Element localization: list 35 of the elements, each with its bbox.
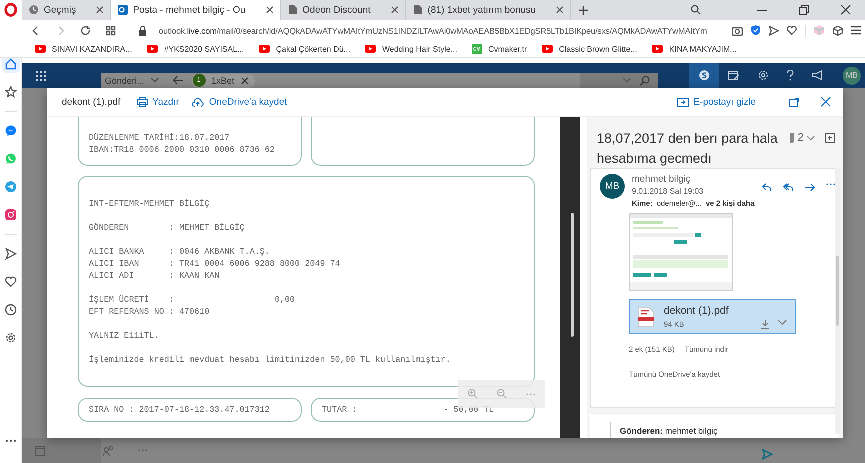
bookmark[interactable]: Classic Brown Glitte... [542,44,638,54]
file-name: dekont (1).pdf [62,96,121,108]
quoted-sender: Gönderen: mehmet bilgiç [620,426,719,436]
document-line: ALICI IBAN : TR41 0004 6006 9288 8000 2049 74 [89,258,340,270]
document-line: IBAN:TR18 0006 2000 0310 0006 8736 62 [89,144,275,156]
message-date: 9.01.2018 Sal 19:03 [632,187,705,196]
browser-tab[interactable]: Posta - mehmet bilgiç - Ou [111,0,281,20]
address-field[interactable]: outlook.live.com/mail/0/search/id/AQQkADAwATYwMAItYmUzNS1INDZILTAwAi0wMAoAEAB5BbX1EDgSR5LTb1BIKpeu/sxs/AQMkADAwATYwMAItYm [159,26,732,36]
document-line: ALICI ADI : KAAN KAN [89,270,220,282]
bookmark[interactable]: #YKS2020 SAYISAL... [147,44,244,54]
sender-name: mehmet bilgiç [632,174,692,185]
sender-avatar: MB [600,174,625,199]
document-line: DÜZENLENME TARİHİ:18.07.2017 [89,132,230,144]
document-line: EFT REFERANS NO : 470610 [89,306,210,318]
print-button[interactable]: Yazdır [136,96,180,108]
email-subject: 18,07,2017 den berı para hala hesabıma gecmedı [597,130,779,168]
attachment-name: dekont (1).pdf [664,304,729,316]
bookmark[interactable]: Çakal Çökerten Dü... [259,44,350,54]
attachment-count[interactable]: 2 [798,132,804,144]
document-line: GÖNDEREN : MEHMET BİLGİÇ [89,222,245,234]
folder-dropdown[interactable]: Gönderi... [105,76,165,86]
document-line: INT-EFTEMR-MEHMET BİLGİÇ [89,198,210,210]
bookmark[interactable]: KINA MAKYAJIM... [652,44,737,54]
bookmark[interactable]: Wedding Hair Style... [365,44,458,54]
save-to-cloud-button[interactable]: OneDrive'a kaydet [192,96,288,108]
document-line: İŞLEM ÜCRETİ : 0,00 [89,294,296,306]
bookmark[interactable]: Cvmaker.tr [472,44,528,54]
sequence-number: SIRA NO : 2017-07-18-12.33.47.017312 [89,404,270,416]
total-label: TUTAR : [322,404,358,416]
total-amount: - 50,00 TL [444,404,494,416]
hide-email-button[interactable]: E-postayı gizle [676,96,756,108]
document-line: İşleminizde kredili mevduat hesabı limitinizden 50,00 TL kullanılmıştır. [89,354,451,366]
document-line: YALNIZ E11iTL. [89,330,160,342]
document-line: ALICI BANKA : 0046 AKBANK T.A.Ş. [89,246,270,258]
bookmark[interactable]: SINAVI KAZANDIRA... [35,44,132,54]
